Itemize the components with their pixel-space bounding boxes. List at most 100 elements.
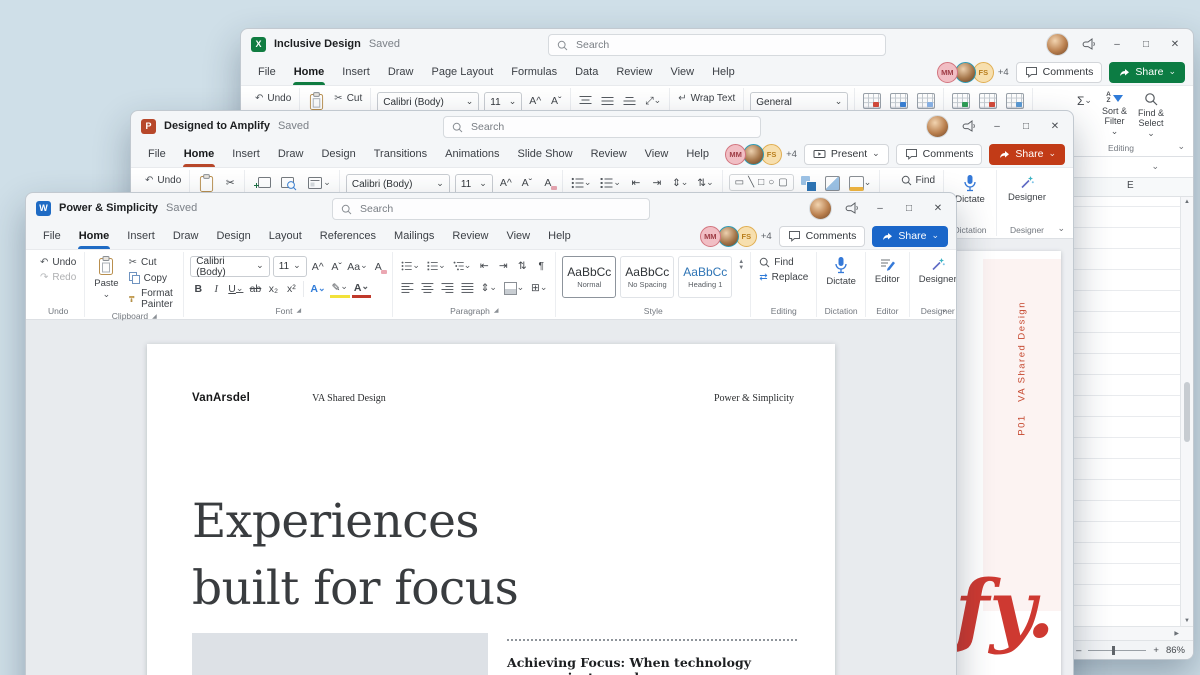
style-heading-1[interactable]: AaBbCc Heading 1	[678, 256, 733, 298]
quick-styles-icon[interactable]	[823, 174, 842, 192]
align-justify-icon[interactable]	[459, 279, 476, 297]
paste-button[interactable]: Paste	[91, 256, 121, 300]
more-collaborators[interactable]: +4	[761, 231, 772, 242]
square-shape-icon[interactable]: □	[758, 177, 764, 188]
format-painter-button[interactable]: Format Painter	[127, 287, 178, 311]
ribbon-tab[interactable]: Mailings	[385, 223, 443, 249]
ribbon-tab[interactable]: File	[34, 223, 70, 249]
delete-cells-icon[interactable]	[977, 92, 999, 110]
copy-button[interactable]: Copy	[127, 271, 169, 285]
font-size-select[interactable]: 11	[272, 256, 307, 277]
font-color-button[interactable]: A	[351, 280, 372, 298]
format-cells-icon[interactable]	[1004, 92, 1026, 110]
rounded-rect-shape-icon[interactable]: ▢	[778, 177, 787, 188]
formula-bar-expand-icon[interactable]	[1151, 161, 1159, 173]
align-middle-icon[interactable]	[599, 92, 616, 110]
minimize-button[interactable]: –	[1109, 39, 1125, 50]
zoom-slider[interactable]	[1088, 645, 1147, 655]
close-button[interactable]: ✕	[1167, 39, 1183, 50]
ribbon-collapse-icon[interactable]	[940, 305, 948, 315]
font-name-select[interactable]: Calibri (Body)	[190, 256, 270, 278]
shape-fill-icon[interactable]	[847, 174, 874, 192]
ribbon-tab[interactable]: Draw	[164, 223, 208, 249]
grow-font-button[interactable]: A^	[498, 174, 514, 192]
designer-button[interactable]: Designer	[916, 256, 956, 285]
indent-increase-icon[interactable]: ⇥	[495, 257, 511, 275]
minimize-button[interactable]: –	[872, 203, 888, 214]
ribbon-tab[interactable]: File	[139, 141, 175, 167]
ribbon-tab[interactable]: Insert	[118, 223, 164, 249]
dialog-launcher-icon[interactable]: ◢	[152, 313, 157, 320]
ribbon-tab[interactable]: File	[249, 59, 285, 85]
text-effects-button[interactable]: A	[308, 280, 327, 298]
clear-formatting-button[interactable]: A	[540, 174, 557, 192]
ribbon-tab[interactable]: View	[661, 59, 703, 85]
reuse-slides-icon[interactable]	[278, 174, 300, 192]
ribbon-tab[interactable]: Help	[703, 59, 744, 85]
sort-filter-button[interactable]: AZ Sort & Filter	[1099, 91, 1130, 137]
style-gallery-scroll[interactable]: ▲ ▼	[736, 256, 744, 274]
borders-icon[interactable]: ⊞	[529, 279, 549, 297]
cell-styles-icon[interactable]	[915, 92, 937, 110]
bullet-list-icon[interactable]	[399, 257, 422, 275]
align-top-icon[interactable]	[577, 92, 594, 110]
slide-layout-icon[interactable]	[305, 174, 333, 192]
ribbon-tab[interactable]: Insert	[223, 141, 269, 167]
text-direction-icon[interactable]: ⇅	[695, 174, 715, 192]
line-shape-icon[interactable]: ╲	[748, 177, 754, 188]
ribbon-tab[interactable]: Help	[677, 141, 718, 167]
shrink-font-button[interactable]: Aˇ	[548, 92, 564, 110]
user-avatar[interactable]	[926, 114, 949, 138]
maximize-button[interactable]: □	[901, 203, 917, 214]
more-collaborators[interactable]: +4	[998, 67, 1009, 78]
share-button[interactable]: Share	[872, 225, 948, 247]
excel-search-input[interactable]	[574, 38, 877, 52]
ribbon-tab[interactable]: Slide Show	[509, 141, 582, 167]
undo-button[interactable]: ↶ Undo	[143, 174, 183, 187]
insert-cells-icon[interactable]	[950, 92, 972, 110]
wrap-text-button[interactable]: ↵ Wrap Text	[676, 92, 737, 105]
ribbon-tab[interactable]: View	[497, 223, 539, 249]
shrink-font-button[interactable]: Aˇ	[329, 258, 345, 276]
editor-button[interactable]: Editor	[872, 256, 903, 285]
rectangle-shape-icon[interactable]: ▭	[735, 177, 744, 188]
megaphone-icon[interactable]	[962, 120, 976, 132]
comments-button[interactable]: Comments	[778, 225, 866, 247]
paste-button[interactable]	[196, 174, 217, 193]
undo-button[interactable]: ↶ Undo	[253, 92, 293, 105]
indent-decrease-icon[interactable]: ⇤	[476, 257, 492, 275]
arrange-icon[interactable]	[799, 174, 818, 192]
new-slide-icon[interactable]	[251, 174, 273, 192]
indent-increase-icon[interactable]: ⇥	[649, 174, 665, 192]
ribbon-tab[interactable]: Draw	[379, 59, 423, 85]
italic-button[interactable]: I	[208, 280, 224, 298]
present-button[interactable]: Present	[803, 143, 889, 165]
bullet-list-icon[interactable]	[569, 174, 594, 192]
avatar-fs[interactable]: FS	[972, 61, 994, 83]
avatar-mm[interactable]: MM	[725, 143, 747, 165]
document-page[interactable]: VanArsdel VA Shared Design Power & Simpl…	[147, 344, 835, 675]
ribbon-tab[interactable]: Formulas	[502, 59, 566, 85]
find-select-button[interactable]: Find & Select	[1135, 92, 1167, 139]
ribbon-tab[interactable]: Review	[443, 223, 497, 249]
scroll-right-icon[interactable]: ▶	[1174, 630, 1179, 637]
ribbon-tab[interactable]: Draw	[269, 141, 313, 167]
share-button[interactable]: Share	[989, 143, 1065, 165]
format-as-table-icon[interactable]	[888, 92, 910, 110]
ribbon-tab[interactable]: Review	[582, 141, 636, 167]
column-header-e[interactable]: E	[1127, 180, 1134, 191]
align-left-icon[interactable]	[399, 279, 416, 297]
grow-font-button[interactable]: A^	[310, 258, 326, 276]
zoom-percentage[interactable]: 86%	[1166, 645, 1185, 656]
line-spacing-icon[interactable]: ⇕	[479, 279, 499, 297]
ribbon-tab[interactable]: Design	[312, 141, 364, 167]
grow-font-button[interactable]: A^	[527, 92, 543, 110]
comments-button[interactable]: Comments	[1015, 61, 1103, 83]
word-window[interactable]: W Power & Simplicity Saved – □ ✕ FileHom…	[25, 192, 957, 675]
align-center-icon[interactable]	[419, 279, 436, 297]
comments-button[interactable]: Comments	[895, 143, 983, 165]
avatar-photo[interactable]	[954, 61, 976, 83]
dictate-button[interactable]: Dictate	[952, 174, 988, 205]
style-no-spacing[interactable]: AaBbCc No Spacing	[620, 256, 675, 298]
numbered-list-icon[interactable]	[598, 174, 623, 192]
